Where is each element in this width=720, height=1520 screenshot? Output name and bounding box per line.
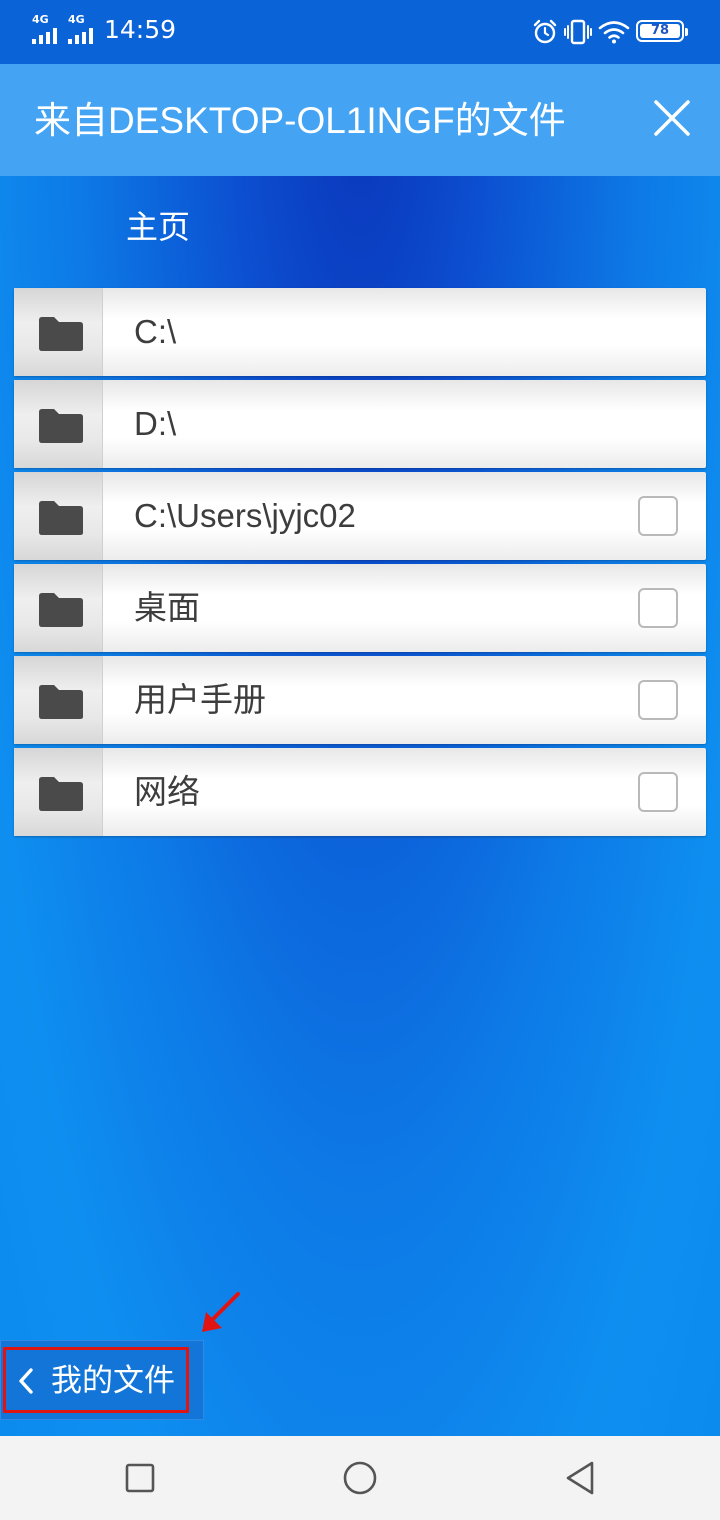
list-item-user-manual[interactable]: 用户手册	[14, 656, 706, 744]
page-title: 来自DESKTOP-OL1INGF的文件	[34, 100, 566, 141]
list-item-desktop[interactable]: 桌面	[14, 564, 706, 652]
folder-icon-cell	[14, 656, 103, 744]
system-nav-bar	[0, 1436, 720, 1520]
network-type-2: 4G	[68, 13, 85, 26]
vibrate-icon	[564, 19, 592, 45]
folder-icon-cell	[14, 380, 103, 468]
folder-label: C:\	[134, 313, 177, 350]
folder-label: 用户手册	[134, 681, 266, 718]
list-item-network[interactable]: 网络	[14, 748, 706, 836]
folder-icon	[39, 409, 83, 443]
folder-icon-cell	[14, 472, 103, 560]
folder-icon	[39, 777, 83, 811]
folder-checkbox[interactable]	[638, 680, 678, 720]
list-item-c-drive[interactable]: C:\	[14, 288, 706, 376]
folder-checkbox[interactable]	[638, 772, 678, 812]
folder-label: 网络	[134, 773, 200, 810]
folder-icon	[39, 593, 83, 627]
folder-icon	[39, 317, 83, 351]
status-bar: 4G 4G 14:59 78	[0, 0, 720, 64]
folder-label: C:\Users\jyjc02	[134, 497, 356, 534]
folder-label: 桌面	[134, 589, 200, 626]
close-button[interactable]	[650, 96, 694, 140]
dialog-header: 来自DESKTOP-OL1INGF的文件	[0, 64, 720, 176]
back-to-my-files-button[interactable]: 我的文件	[0, 1340, 204, 1420]
battery-level: 78	[650, 23, 670, 38]
status-time: 14:59	[104, 15, 177, 44]
annotation-arrow-icon	[202, 1292, 240, 1332]
chevron-left-icon	[19, 1368, 33, 1394]
folder-icon-cell	[14, 564, 103, 652]
folder-icon	[39, 501, 83, 535]
folder-checkbox[interactable]	[638, 496, 678, 536]
wifi-icon	[598, 21, 630, 44]
network-type-1: 4G	[32, 13, 49, 26]
folder-icon-cell	[14, 748, 103, 836]
recents-square-icon[interactable]	[122, 1458, 158, 1498]
folder-checkbox[interactable]	[638, 588, 678, 628]
signal-bars-1-icon	[32, 28, 66, 44]
battery-icon: 78	[636, 20, 688, 42]
signal-bars-2-icon	[68, 28, 102, 44]
folder-list: C:\ D:\ C:\Users\jyjc02 桌面 用户手册 网络	[14, 288, 706, 840]
signal-2: 4G	[68, 14, 102, 44]
home-circle-icon[interactable]	[340, 1458, 380, 1498]
alarm-icon	[533, 19, 557, 44]
folder-label: D:\	[134, 405, 177, 442]
breadcrumb-home[interactable]: 主页	[126, 204, 190, 250]
folder-icon-cell	[14, 288, 103, 376]
folder-icon	[39, 685, 83, 719]
close-icon	[654, 100, 690, 136]
list-item-d-drive[interactable]: D:\	[14, 380, 706, 468]
list-item-user-folder[interactable]: C:\Users\jyjc02	[14, 472, 706, 560]
back-button-label: 我的文件	[51, 1363, 175, 1399]
signal-1: 4G	[32, 14, 66, 44]
back-triangle-icon[interactable]	[560, 1458, 600, 1498]
